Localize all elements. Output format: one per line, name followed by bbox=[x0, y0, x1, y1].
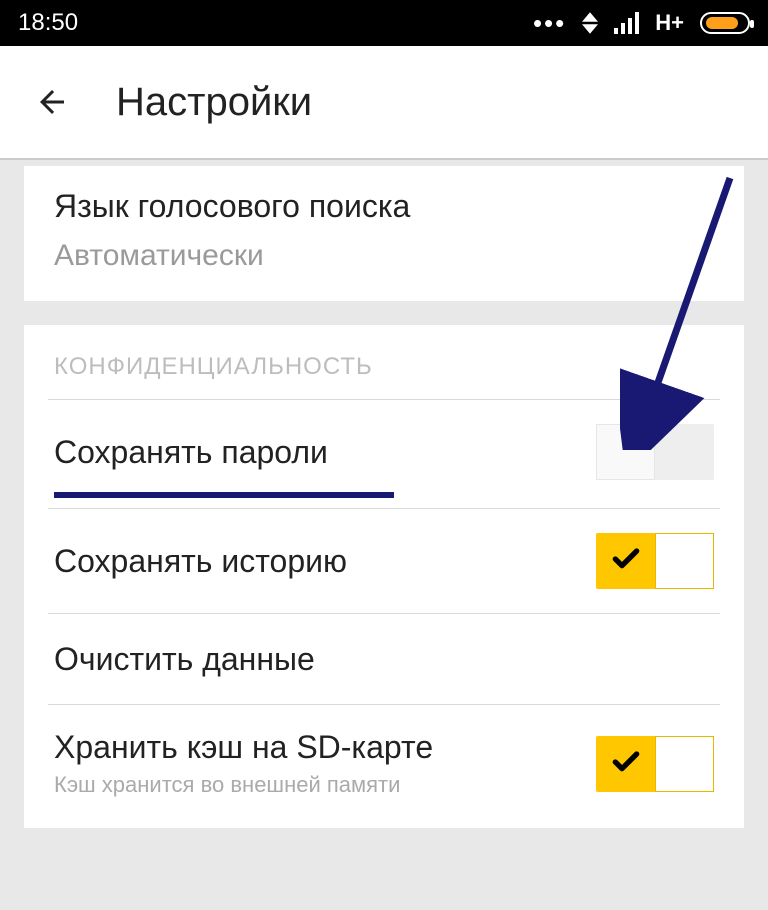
clear-data-label: Очистить данные bbox=[54, 641, 714, 678]
privacy-section: КОНФИДЕНЦИАЛЬНОСТЬ Сохранять пароли Сохр… bbox=[24, 325, 744, 828]
cache-sd-sub: Кэш хранится во внешней памяти bbox=[54, 772, 596, 798]
save-passwords-label: Сохранять пароли bbox=[54, 434, 596, 471]
check-icon bbox=[610, 746, 642, 778]
status-bar: 18:50 ••• H+ bbox=[0, 0, 768, 46]
status-icons: ••• H+ bbox=[533, 10, 750, 36]
voice-search-title: Язык голосового поиска bbox=[54, 188, 714, 225]
page-title: Настройки bbox=[116, 80, 312, 125]
status-time: 18:50 bbox=[18, 9, 78, 37]
signal-icon bbox=[614, 12, 639, 34]
back-button[interactable] bbox=[28, 78, 76, 126]
voice-search-language-row[interactable]: Язык голосового поиска Автоматически bbox=[24, 166, 744, 301]
network-type: H+ bbox=[655, 10, 684, 36]
save-history-label: Сохранять историю bbox=[54, 543, 596, 580]
check-icon bbox=[610, 543, 642, 575]
highlight-underline bbox=[54, 492, 394, 498]
header-divider bbox=[0, 158, 768, 160]
cache-sd-row[interactable]: Хранить кэш на SD-карте Кэш хранится во … bbox=[24, 705, 744, 828]
clear-data-row[interactable]: Очистить данные bbox=[24, 614, 744, 704]
privacy-section-title: КОНФИДЕНЦИАЛЬНОСТЬ bbox=[24, 325, 744, 399]
arrow-left-icon bbox=[34, 84, 70, 120]
cache-sd-label: Хранить кэш на SD-карте bbox=[54, 729, 596, 766]
cache-sd-toggle[interactable] bbox=[596, 736, 714, 792]
save-history-row[interactable]: Сохранять историю bbox=[24, 509, 744, 613]
save-history-toggle[interactable] bbox=[596, 533, 714, 589]
save-passwords-row[interactable]: Сохранять пароли bbox=[24, 400, 744, 492]
save-passwords-toggle[interactable] bbox=[596, 424, 714, 480]
data-transfer-icon bbox=[582, 12, 598, 34]
more-indicator-icon: ••• bbox=[533, 10, 566, 36]
voice-search-value: Автоматически bbox=[54, 239, 714, 273]
battery-icon bbox=[700, 12, 750, 34]
app-header: Настройки bbox=[0, 46, 768, 158]
